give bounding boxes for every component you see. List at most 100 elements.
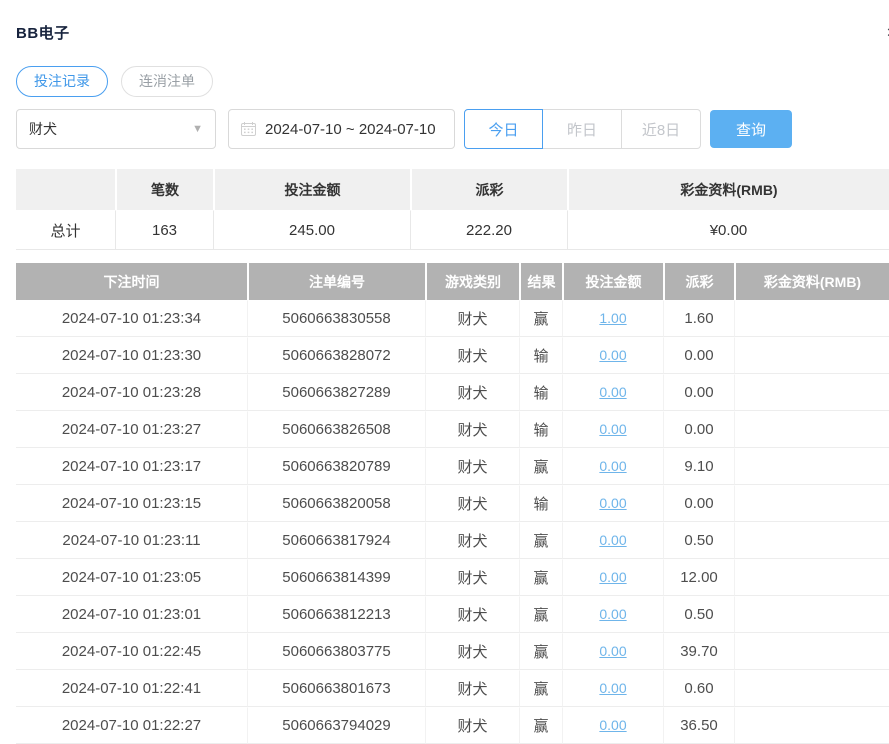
cell-order-no: 5060663826508 [247, 411, 425, 448]
bet-amount-link[interactable]: 0.00 [599, 421, 626, 437]
summary-total-bet-amount: 245.00 [213, 210, 410, 250]
cell-bet-amount: 0.00 [562, 522, 663, 559]
cell-bonus [734, 374, 889, 411]
col-header-payout: 派彩 [663, 263, 734, 300]
cell-bet-amount: 0.00 [562, 411, 663, 448]
cell-bet-time: 2024-07-10 01:22:45 [16, 633, 247, 670]
cell-result: 输 [519, 374, 562, 411]
cell-game-type: 财犬 [425, 485, 519, 522]
cell-game-type: 财犬 [425, 337, 519, 374]
summary-header-payout: 派彩 [410, 169, 567, 210]
cell-bonus [734, 707, 889, 744]
bet-amount-link[interactable]: 0.00 [599, 606, 626, 622]
yesterday-button[interactable]: 昨日 [543, 109, 622, 149]
bet-amount-link[interactable]: 0.00 [599, 680, 626, 696]
cell-bet-time: 2024-07-10 01:23:34 [16, 300, 247, 337]
cell-result: 赢 [519, 559, 562, 596]
cell-bonus [734, 559, 889, 596]
summary-total-label: 总计 [16, 210, 115, 250]
col-header-result: 结果 [519, 263, 562, 300]
cell-bet-time: 2024-07-10 01:23:11 [16, 522, 247, 559]
cell-bet-amount: 0.00 [562, 559, 663, 596]
cell-bet-time: 2024-07-10 01:23:15 [16, 485, 247, 522]
table-row: 2024-07-10 01:23:28 5060663827289 财犬 输 0… [16, 374, 889, 411]
bet-amount-link[interactable]: 0.00 [599, 717, 626, 733]
cell-payout: 0.00 [663, 485, 734, 522]
cell-result: 赢 [519, 670, 562, 707]
bet-amount-link[interactable]: 0.00 [599, 495, 626, 511]
cell-bet-time: 2024-07-10 01:22:27 [16, 707, 247, 744]
table-row: 2024-07-10 01:23:34 5060663830558 财犬 赢 1… [16, 300, 889, 337]
cell-result: 输 [519, 485, 562, 522]
cell-bet-amount: 0.00 [562, 670, 663, 707]
cell-result: 输 [519, 337, 562, 374]
page-title: BB电子 [16, 25, 70, 42]
game-select[interactable]: 财犬 ▼ [16, 109, 216, 149]
summary-header-row: 笔数 投注金额 派彩 彩金资料(RMB) [16, 169, 889, 210]
table-row: 2024-07-10 01:22:27 5060663794029 财犬 赢 0… [16, 707, 889, 744]
last-8-days-button[interactable]: 近8日 [622, 109, 701, 149]
cell-bet-amount: 1.00 [562, 300, 663, 337]
col-header-bet-amount: 投注金额 [562, 263, 663, 300]
table-row: 2024-07-10 01:23:15 5060663820058 财犬 输 0… [16, 485, 889, 522]
summary-header-bet-amount: 投注金额 [213, 169, 410, 210]
cell-result: 赢 [519, 596, 562, 633]
cell-order-no: 5060663801673 [247, 670, 425, 707]
cell-game-type: 财犬 [425, 596, 519, 633]
cell-payout: 36.50 [663, 707, 734, 744]
cell-payout: 0.00 [663, 374, 734, 411]
bet-amount-link[interactable]: 1.00 [599, 310, 626, 326]
cell-game-type: 财犬 [425, 633, 519, 670]
cell-bet-amount: 0.00 [562, 633, 663, 670]
cell-bonus [734, 670, 889, 707]
bet-amount-link[interactable]: 0.00 [599, 532, 626, 548]
page-container: BB电子 ✕ 投注记录 连消注单 财犬 ▼ [0, 0, 889, 744]
cell-bet-time: 2024-07-10 01:23:28 [16, 374, 247, 411]
cell-order-no: 5060663830558 [247, 300, 425, 337]
cell-payout: 0.00 [663, 337, 734, 374]
cell-bet-time: 2024-07-10 01:23:27 [16, 411, 247, 448]
tabs: 投注记录 连消注单 [16, 66, 889, 97]
tab-cancelled-orders[interactable]: 连消注单 [121, 66, 213, 97]
cell-bonus [734, 596, 889, 633]
cell-payout: 0.60 [663, 670, 734, 707]
cell-bet-amount: 0.00 [562, 374, 663, 411]
cell-bonus [734, 337, 889, 374]
table-row: 2024-07-10 01:23:11 5060663817924 财犬 赢 0… [16, 522, 889, 559]
cell-order-no: 5060663794029 [247, 707, 425, 744]
cell-result: 输 [519, 411, 562, 448]
table-row: 2024-07-10 01:22:41 5060663801673 财犬 赢 0… [16, 670, 889, 707]
bet-table-header-row: 下注时间 注单编号 游戏类别 结果 投注金额 派彩 彩金资料(RMB) [16, 263, 889, 300]
cell-payout: 0.00 [663, 411, 734, 448]
summary-total-payout: 222.20 [410, 210, 567, 250]
cell-bonus [734, 522, 889, 559]
cell-bet-amount: 0.00 [562, 596, 663, 633]
cell-order-no: 5060663803775 [247, 633, 425, 670]
cell-order-no: 5060663812213 [247, 596, 425, 633]
cell-bet-time: 2024-07-10 01:23:01 [16, 596, 247, 633]
tab-bet-records[interactable]: 投注记录 [16, 66, 108, 97]
table-row: 2024-07-10 01:23:17 5060663820789 财犬 赢 0… [16, 448, 889, 485]
cell-bet-amount: 0.00 [562, 448, 663, 485]
bet-amount-link[interactable]: 0.00 [599, 458, 626, 474]
summary-total-bonus: ¥0.00 [567, 210, 889, 250]
cell-bet-time: 2024-07-10 01:23:30 [16, 337, 247, 374]
cell-order-no: 5060663827289 [247, 374, 425, 411]
bet-amount-link[interactable]: 0.00 [599, 643, 626, 659]
bet-amount-link[interactable]: 0.00 [599, 384, 626, 400]
today-button[interactable]: 今日 [464, 109, 543, 149]
date-range-picker[interactable]: 2024-07-10 ~ 2024-07-10 [228, 109, 455, 149]
bet-amount-link[interactable]: 0.00 [599, 347, 626, 363]
table-row: 2024-07-10 01:23:30 5060663828072 财犬 输 0… [16, 337, 889, 374]
cell-game-type: 财犬 [425, 707, 519, 744]
summary-total-row: 总计 163 245.00 222.20 ¥0.00 [16, 210, 889, 250]
page-header: BB电子 ✕ [16, 22, 889, 42]
query-button[interactable]: 查询 [710, 110, 792, 148]
bet-amount-link[interactable]: 0.00 [599, 569, 626, 585]
chevron-down-icon: ▼ [192, 123, 203, 135]
summary-total-count: 163 [115, 210, 213, 250]
cell-game-type: 财犬 [425, 670, 519, 707]
cell-order-no: 5060663820789 [247, 448, 425, 485]
cell-game-type: 财犬 [425, 374, 519, 411]
cell-bonus [734, 485, 889, 522]
